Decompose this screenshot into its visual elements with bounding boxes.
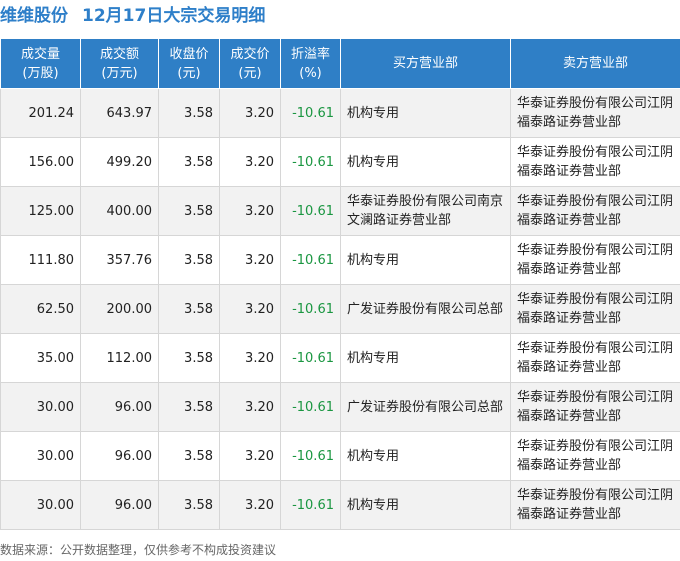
- header-label: (元): [238, 65, 262, 81]
- premium-header: 折溢率 (%): [280, 38, 341, 89]
- header-label: (万元): [101, 65, 138, 81]
- volume-cell: 30.00: [0, 431, 81, 481]
- amount-cell: 357.76: [80, 235, 159, 285]
- buyer-cell: 广发证券股份有限公司总部: [340, 382, 511, 432]
- close-price-cell: 3.58: [158, 186, 220, 236]
- header-label: (万股): [22, 65, 59, 81]
- table-row: 111.80 357.76 3.58 3.20 -10.61 机构专用 华泰证券股份有限公司…: [0, 235, 680, 285]
- block-trade-table: 成交量 (万股) 成交额 (万元) 收盘价 (元) 成交价 (元) 折溢率 (%) 买方营业部 卖方营…: [0, 38, 680, 530]
- table-header-row: 成交量 (万股) 成交额 (万元) 收盘价 (元) 成交价 (元) 折溢率 (%) 买方营业部 卖方营…: [0, 38, 680, 89]
- table-row: 62.50 200.00 3.58 3.20 -10.61 广发证券股份有限公司总部 华泰证…: [0, 284, 680, 334]
- amount-cell: 499.20: [80, 137, 159, 187]
- trade-price-cell: 3.20: [219, 88, 281, 138]
- seller-cell: 华泰证券股份有限公司江阴福泰路证券营业部: [510, 88, 680, 138]
- seller-cell: 华泰证券股份有限公司江阴福泰路证券营业部: [510, 137, 680, 187]
- table-body: 201.24 643.97 3.58 3.20 -10.61 机构专用 华泰证券股份有限公司…: [0, 88, 680, 530]
- page-title: 维维股份 12月17日大宗交易明细: [0, 2, 265, 30]
- close-price-cell: 3.58: [158, 431, 220, 481]
- premium-cell: -10.61: [280, 333, 341, 383]
- close-price-header: 收盘价 (元): [158, 38, 220, 89]
- close-price-cell: 3.58: [158, 235, 220, 285]
- premium-cell: -10.61: [280, 137, 341, 187]
- volume-cell: 35.00: [0, 333, 81, 383]
- amount-header: 成交额 (万元): [80, 38, 159, 89]
- volume-cell: 201.24: [0, 88, 81, 138]
- buyer-header: 买方营业部: [340, 38, 511, 89]
- table-row: 156.00 499.20 3.58 3.20 -10.61 机构专用 华泰证券股份有限公司…: [0, 137, 680, 187]
- header-label: 卖方营业部: [562, 56, 628, 71]
- close-price-cell: 3.58: [158, 382, 220, 432]
- close-price-cell: 3.58: [158, 333, 220, 383]
- buyer-cell: 机构专用: [340, 431, 511, 481]
- table-row: 35.00 112.00 3.58 3.20 -10.61 机构专用 华泰证券股份有限公司江…: [0, 333, 680, 383]
- header-label: (元): [177, 65, 201, 81]
- close-price-cell: 3.58: [158, 88, 220, 138]
- table-row: 30.00 96.00 3.58 3.20 -10.61 机构专用 华泰证券股份有限公司江阴…: [0, 480, 680, 530]
- volume-cell: 30.00: [0, 382, 81, 432]
- trade-price-cell: 3.20: [219, 382, 281, 432]
- seller-header: 卖方营业部: [510, 38, 680, 89]
- table-row: 30.00 96.00 3.58 3.20 -10.61 广发证券股份有限公司总部 华泰证券…: [0, 382, 680, 432]
- trade-price-cell: 3.20: [219, 431, 281, 481]
- trade-price-cell: 3.20: [219, 480, 281, 530]
- amount-cell: 112.00: [80, 333, 159, 383]
- header-label: 买方营业部: [392, 56, 458, 71]
- volume-header: 成交量 (万股): [0, 38, 81, 89]
- header-label: 收盘价: [169, 46, 209, 62]
- volume-cell: 30.00: [0, 480, 81, 530]
- buyer-cell: 机构专用: [340, 480, 511, 530]
- premium-cell: -10.61: [280, 382, 341, 432]
- buyer-cell: 华泰证券股份有限公司南京文澜路证券营业部: [340, 186, 511, 236]
- seller-cell: 华泰证券股份有限公司江阴福泰路证券营业部: [510, 186, 680, 236]
- header-label: 折溢率: [290, 46, 330, 62]
- amount-cell: 96.00: [80, 480, 159, 530]
- data-source-note: 数据来源：公开数据整理，仅供参考不构成投资建议: [0, 543, 277, 557]
- seller-cell: 华泰证券股份有限公司江阴福泰路证券营业部: [510, 431, 680, 481]
- premium-cell: -10.61: [280, 284, 341, 334]
- amount-cell: 643.97: [80, 88, 159, 138]
- trade-price-cell: 3.20: [219, 137, 281, 187]
- close-price-cell: 3.58: [158, 284, 220, 334]
- close-price-cell: 3.58: [158, 480, 220, 530]
- header-label: (%): [299, 65, 322, 81]
- header-label: 成交价: [230, 46, 270, 62]
- premium-cell: -10.61: [280, 88, 341, 138]
- amount-cell: 400.00: [80, 186, 159, 236]
- buyer-cell: 机构专用: [340, 137, 511, 187]
- premium-cell: -10.61: [280, 235, 341, 285]
- premium-cell: -10.61: [280, 431, 341, 481]
- trade-price-cell: 3.20: [219, 186, 281, 236]
- buyer-cell: 机构专用: [340, 333, 511, 383]
- seller-cell: 华泰证券股份有限公司江阴福泰路证券营业部: [510, 333, 680, 383]
- volume-cell: 156.00: [0, 137, 81, 187]
- seller-cell: 华泰证券股份有限公司江阴福泰路证券营业部: [510, 382, 680, 432]
- buyer-cell: 广发证券股份有限公司总部: [340, 284, 511, 334]
- seller-cell: 华泰证券股份有限公司江阴福泰路证券营业部: [510, 235, 680, 285]
- amount-cell: 96.00: [80, 431, 159, 481]
- premium-cell: -10.61: [280, 186, 341, 236]
- buyer-cell: 机构专用: [340, 235, 511, 285]
- volume-cell: 62.50: [0, 284, 81, 334]
- table-row: 201.24 643.97 3.58 3.20 -10.61 机构专用 华泰证券股份有限公司…: [0, 88, 680, 138]
- amount-cell: 200.00: [80, 284, 159, 334]
- header-label: 成交额: [99, 46, 139, 62]
- table-row: 30.00 96.00 3.58 3.20 -10.61 机构专用 华泰证券股份有限公司江阴…: [0, 431, 680, 481]
- trade-price-cell: 3.20: [219, 333, 281, 383]
- seller-cell: 华泰证券股份有限公司江阴福泰路证券营业部: [510, 480, 680, 530]
- header-label: 成交量: [20, 46, 60, 62]
- buyer-cell: 机构专用: [340, 88, 511, 138]
- title-text: 12月17日大宗交易明细: [82, 6, 266, 26]
- trade-price-header: 成交价 (元): [219, 38, 281, 89]
- seller-cell: 华泰证券股份有限公司江阴福泰路证券营业部: [510, 284, 680, 334]
- trade-price-cell: 3.20: [219, 284, 281, 334]
- amount-cell: 96.00: [80, 382, 159, 432]
- close-price-cell: 3.58: [158, 137, 220, 187]
- table-row: 125.00 400.00 3.58 3.20 -10.61 华泰证券股份有限公司南京文澜…: [0, 186, 680, 236]
- volume-cell: 125.00: [0, 186, 81, 236]
- stock-name: 维维股份: [0, 6, 68, 26]
- volume-cell: 111.80: [0, 235, 81, 285]
- premium-cell: -10.61: [280, 480, 341, 530]
- trade-price-cell: 3.20: [219, 235, 281, 285]
